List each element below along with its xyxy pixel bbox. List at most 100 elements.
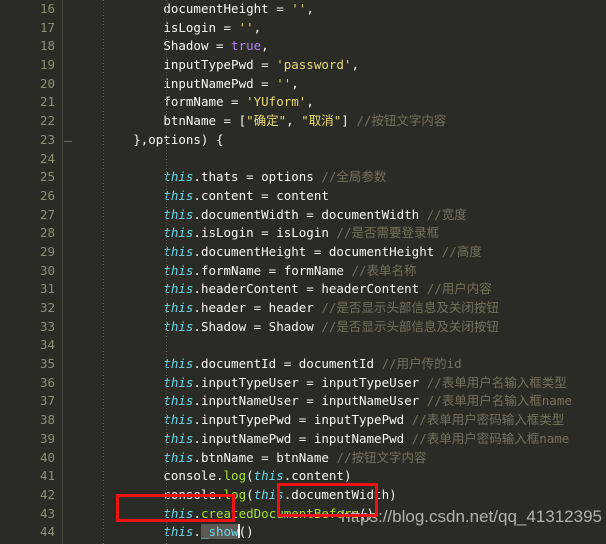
code-line[interactable]: this.documentHeight = documentHeight //高…: [63, 243, 606, 262]
code-line[interactable]: console.log(this.documentWidth): [63, 486, 606, 505]
code-line[interactable]: this.content = content: [63, 187, 606, 206]
code-token: this: [253, 486, 284, 502]
code-line[interactable]: [63, 336, 606, 355]
code-token: ]: [341, 113, 357, 129]
code-token: inputTypePwd =: [163, 57, 277, 73]
code-line[interactable]: Shadow = true,: [63, 37, 606, 56]
line-number: 33: [39, 318, 55, 334]
code-token: //是否显示头部信息及关闭按钮: [321, 318, 499, 334]
code-token: createdDocumentBefore: [200, 505, 359, 521]
code-token: //按钮文字内容: [356, 113, 447, 129]
line-number: 31: [39, 281, 55, 297]
code-line[interactable]: this.isLogin = isLogin //是否需要登录框: [63, 224, 606, 243]
line-number: 25: [39, 169, 55, 185]
code-token: //用户内容: [426, 281, 492, 297]
code-token: this: [163, 281, 194, 297]
code-token: },options) {: [73, 131, 224, 147]
code-line[interactable]: this.btnName = btnName //按钮文字内容: [63, 449, 606, 468]
code-token: .content = content: [193, 187, 329, 203]
code-token: this: [253, 468, 284, 484]
code-line[interactable]: isLogin = '',: [63, 19, 606, 38]
code-token: '': [291, 1, 307, 16]
line-number: 18: [39, 38, 55, 54]
code-line[interactable]: this.inputNamePwd = inputNamePwd //表单用户密…: [63, 430, 606, 449]
code-token: //表单名称: [351, 262, 417, 278]
code-token: this: [163, 243, 194, 259]
code-token: ,: [253, 19, 262, 35]
code-line[interactable]: inputTypePwd = 'password',: [63, 56, 606, 75]
line-number-gutter: 16 17 18 19 20 21 22 23 24 25 26 27 28 29 30 31 32 33 34 35…: [0, 0, 63, 544]
code-token: 'password': [276, 57, 352, 73]
line-number: 20: [39, 75, 55, 91]
code-token: this: [163, 262, 194, 278]
code-token: //表单用户密码输入框name: [411, 430, 570, 446]
code-line[interactable]: btnName = ["确定", "取消"] //按钮文字内容: [63, 112, 606, 131]
code-line[interactable]: this.documentWidth = documentWidth //宽度: [63, 206, 606, 225]
code-token: this: [163, 169, 194, 185]
indent-guide-1: [166, 0, 167, 544]
code-token: documentHeight =: [163, 1, 292, 16]
code-line[interactable]: this.header = header //是否显示头部信息及关闭按钮: [63, 299, 606, 318]
gutter-divider: [62, 0, 63, 544]
code-token: this: [163, 449, 194, 465]
code-token: .documentWidth = documentWidth: [193, 206, 427, 222]
code-line[interactable]: [63, 150, 606, 169]
code-line[interactable]: this.thats = options //全局参数: [63, 168, 606, 187]
code-line[interactable]: this.Shadow = Shadow //是否显示头部信息及关闭按钮: [63, 318, 606, 337]
code-token: this: [163, 412, 194, 428]
code-line[interactable]: this.formName = formName //表单名称: [63, 262, 606, 281]
code-line[interactable]: documentHeight = '',: [63, 0, 606, 19]
line-number: 39: [39, 430, 55, 446]
line-number: 28: [39, 225, 55, 241]
line-number: 30: [39, 262, 55, 278]
line-number: 44: [39, 524, 55, 540]
code-token: this: [163, 505, 194, 521]
code-token: //表单用户密码输入框类型: [411, 412, 565, 428]
fold-marker-0[interactable]: [64, 140, 72, 142]
line-number: 16: [39, 1, 55, 16]
code-line[interactable]: inputNamePwd = '',: [63, 75, 606, 94]
line-number: 32: [39, 300, 55, 315]
code-token: //宽度: [426, 206, 467, 222]
line-number: 21: [39, 94, 55, 110]
line-number: 43: [39, 505, 55, 521]
line-number: 41: [39, 468, 55, 484]
line-number: 34: [39, 337, 55, 353]
code-token: ,: [286, 113, 302, 129]
code-token: console.: [73, 486, 224, 502]
code-line[interactable]: console.log(this.content): [63, 467, 606, 486]
code-line[interactable]: this.inputTypeUser = inputTypeUser //表单用…: [63, 374, 606, 393]
code-token: .: [193, 505, 201, 521]
code-line[interactable]: this.documentId = documentId //用户传的id: [63, 355, 606, 374]
code-token: .documentId = documentId: [193, 356, 382, 372]
code-line[interactable]: this.headerContent = headerContent //用户内…: [63, 280, 606, 299]
code-token: '': [276, 75, 292, 91]
code-line[interactable]: this.inputNameUser = inputNameUser //表单用…: [63, 392, 606, 411]
code-token: .content): [283, 468, 352, 484]
code-token: //按钮文字内容: [336, 449, 427, 465]
code-token: this: [163, 300, 194, 315]
code-token: console.: [73, 468, 224, 484]
code-token: this: [163, 374, 194, 390]
line-number: 22: [39, 113, 55, 129]
line-number: 19: [39, 57, 55, 73]
code-line[interactable]: formName = 'YUform',: [63, 93, 606, 112]
code-line[interactable]: },options) {: [63, 131, 606, 150]
code-editor-screenshot: documentHeight = '', isLogin = '', Shado…: [0, 0, 606, 544]
code-token: "取消": [301, 113, 342, 129]
code-token: true: [231, 38, 262, 54]
line-number: 36: [39, 374, 55, 390]
code-content-area[interactable]: documentHeight = '', isLogin = '', Shado…: [63, 0, 606, 544]
code-token: .inputTypeUser = inputTypeUser: [193, 374, 427, 390]
code-line[interactable]: this.inputTypePwd = inputTypePwd //表单用户密…: [63, 411, 606, 430]
